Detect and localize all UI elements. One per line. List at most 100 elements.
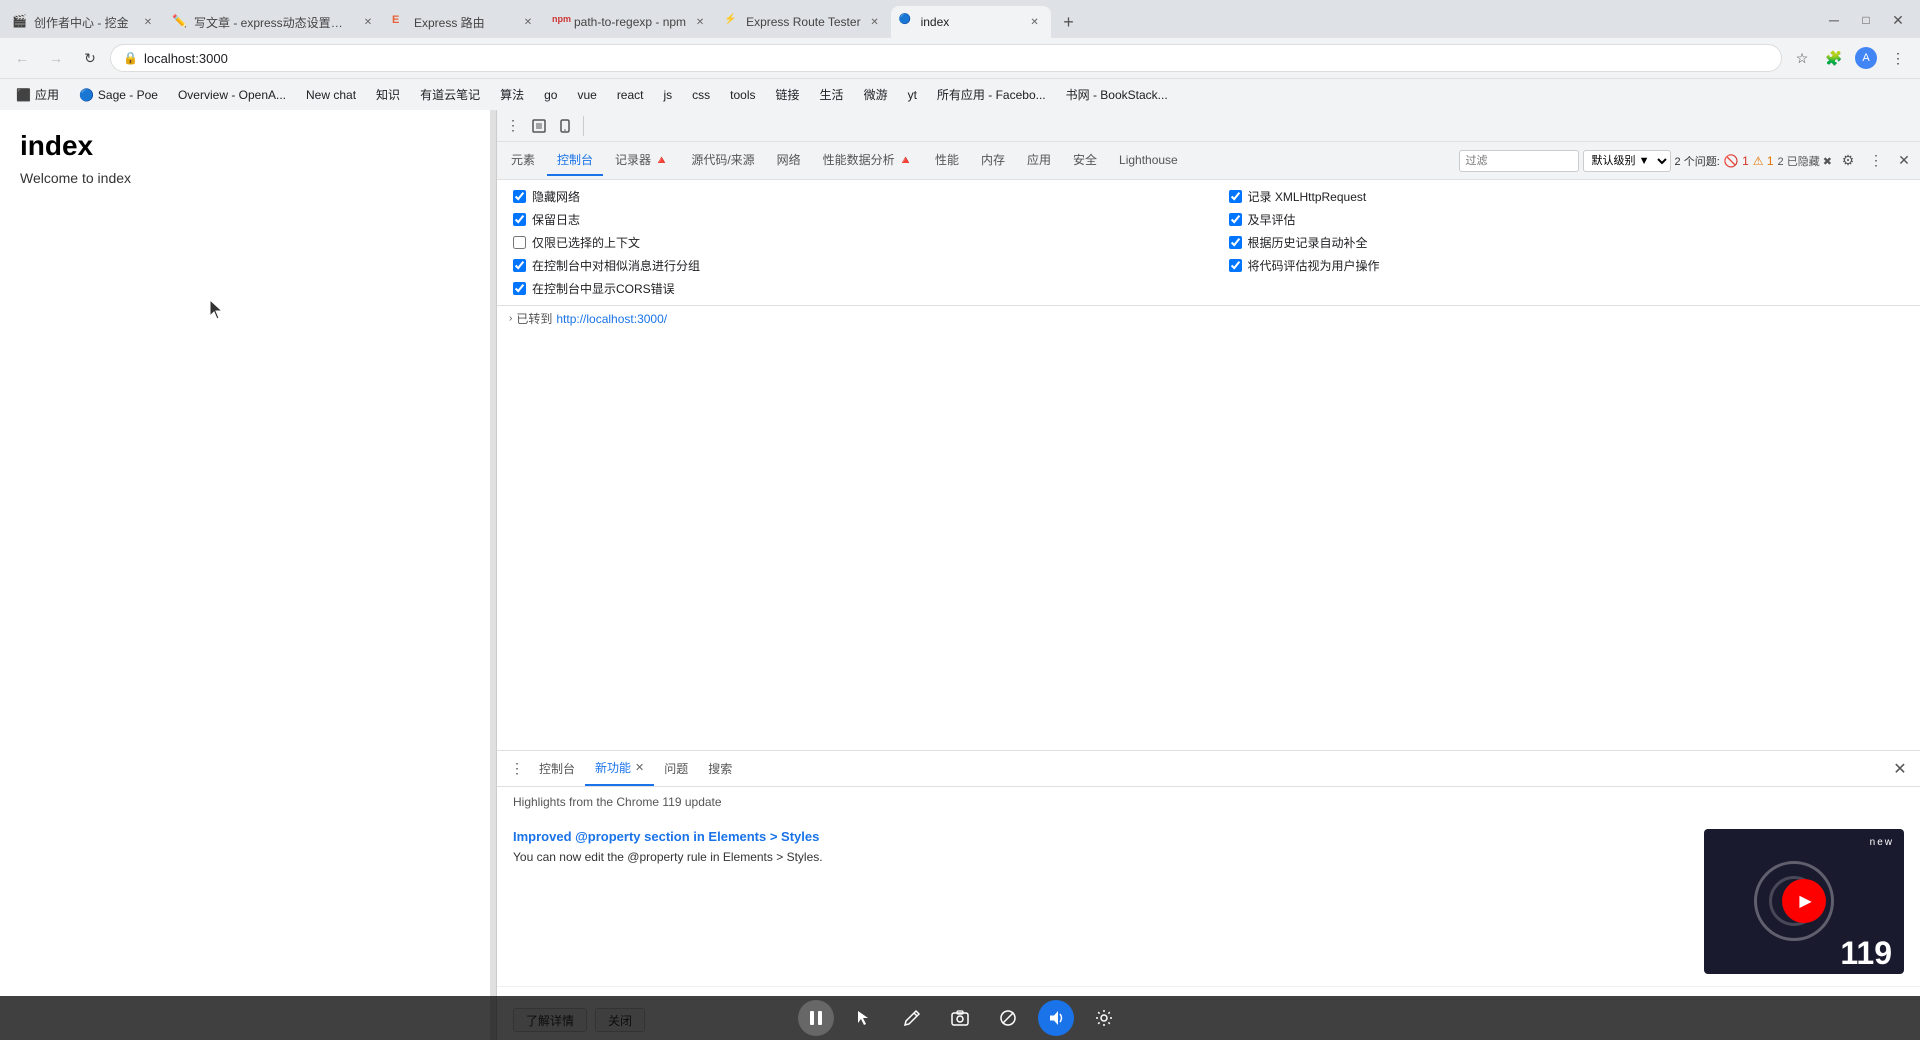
nav-bar: ← → ↻ 🔒 localhost:3000 ☆ 🧩 A ⋮ xyxy=(0,38,1920,78)
camera-toolbar-button[interactable] xyxy=(942,1000,978,1036)
back-button[interactable]: ← xyxy=(8,44,36,72)
settings-toolbar-button[interactable] xyxy=(1086,1000,1122,1036)
treat-eval-checkbox[interactable] xyxy=(1229,259,1242,272)
bookmark-vue[interactable]: vue xyxy=(569,83,604,107)
console-redirect-message: › 已转到 http://localhost:3000/ xyxy=(497,306,1920,331)
devtools-top-bar: ⋮ xyxy=(497,110,1920,142)
tab-close-5[interactable]: ✕ xyxy=(867,14,883,30)
tab-close-4[interactable]: ✕ xyxy=(692,14,708,30)
preserve-log-checkbox[interactable] xyxy=(513,213,526,226)
bookmark-js[interactable]: js xyxy=(656,83,681,107)
bottom-tab-issues[interactable]: 问题 xyxy=(654,752,698,786)
bookmark-facebook-label: 所有应用 - Facebo... xyxy=(937,86,1046,103)
tab-close-2[interactable]: ✕ xyxy=(360,14,376,30)
bookmark-poe[interactable]: 🔵 Sage - Poe xyxy=(71,83,166,107)
devtools-tab-memory[interactable]: 内存 xyxy=(971,146,1015,176)
devtools-tabs: 元素 控制台 记录器 🔺 源代码/来源 网络 性能数据分析 🔺 xyxy=(497,142,1920,180)
devtools-tab-lighthouse[interactable]: Lighthouse xyxy=(1109,146,1188,176)
bookmark-openai[interactable]: Overview - OpenA... xyxy=(170,83,294,107)
error-count: 1 xyxy=(1742,154,1749,168)
devtools-tab-security[interactable]: 安全 xyxy=(1063,146,1107,176)
autocomplete-label: 根据历史记录自动补全 xyxy=(1248,234,1368,251)
devtools-settings-button[interactable]: ⚙ xyxy=(1836,149,1860,173)
bookmark-zhishi[interactable]: 知识 xyxy=(368,83,408,107)
devtools-menu-button[interactable]: ⋮ xyxy=(501,114,525,138)
devtools-close-button[interactable]: ✕ xyxy=(1892,149,1916,173)
bookmark-star-button[interactable]: ☆ xyxy=(1788,44,1816,72)
redirect-link[interactable]: http://localhost:3000/ xyxy=(556,312,667,326)
tab-express[interactable]: E Express 路由 ✕ xyxy=(384,6,544,38)
new-tab-button[interactable]: + xyxy=(1055,8,1083,36)
bookmark-life[interactable]: 生活 xyxy=(812,83,852,107)
bottom-panel-tabs: ⋮ 控制台 新功能 ✕ 问题 搜索 ✕ xyxy=(497,751,1920,787)
devtools-tab-elements[interactable]: 元素 xyxy=(501,146,545,176)
bookmark-links[interactable]: 链接 xyxy=(768,83,808,107)
cors-errors-checkbox[interactable] xyxy=(513,282,526,295)
block-toolbar-button[interactable] xyxy=(990,1000,1026,1036)
reload-button[interactable]: ↻ xyxy=(76,44,104,72)
devtools-tab-sources[interactable]: 源代码/来源 xyxy=(681,146,764,176)
maximize-button[interactable]: □ xyxy=(1852,6,1880,34)
eager-eval-checkbox[interactable] xyxy=(1229,213,1242,226)
bottom-tab-search[interactable]: 搜索 xyxy=(698,752,742,786)
devtools-tab-console[interactable]: 控制台 xyxy=(547,146,603,176)
console-filter-input[interactable] xyxy=(1459,150,1579,172)
tab-create[interactable]: 🎬 创作者中心 - 挖金 ✕ xyxy=(4,6,164,38)
profile-button[interactable]: A xyxy=(1852,44,1880,72)
group-similar-checkbox[interactable] xyxy=(513,259,526,272)
devtools-tab-performance-insights[interactable]: 性能数据分析 🔺 xyxy=(813,146,923,176)
whats-new-item-1-title[interactable]: Improved @property section in Elements >… xyxy=(513,829,1688,844)
menu-button[interactable]: ⋮ xyxy=(1884,44,1912,72)
bookmark-chat[interactable]: New chat xyxy=(298,83,364,107)
bottom-tab-whats-new[interactable]: 新功能 ✕ xyxy=(585,752,654,786)
bookmark-facebook[interactable]: 所有应用 - Facebo... xyxy=(929,83,1054,107)
selected-context-label: 仅限已选择的上下文 xyxy=(532,234,640,251)
tab-close-6[interactable]: ✕ xyxy=(1027,14,1043,30)
cursor-toolbar-button[interactable] xyxy=(846,1000,882,1036)
tab-route-tester[interactable]: ⚡ Express Route Tester ✕ xyxy=(716,6,891,38)
devtools-tab-application[interactable]: 应用 xyxy=(1017,146,1061,176)
bookmark-apps[interactable]: ⬛ 应用 xyxy=(8,83,67,107)
tab-close-3[interactable]: ✕ xyxy=(520,14,536,30)
devtools-tab-performance[interactable]: 性能 xyxy=(925,146,969,176)
bottom-panel-menu-button[interactable]: ⋮ xyxy=(505,757,529,781)
bookmark-algo[interactable]: 算法 xyxy=(492,83,532,107)
bottom-whats-new-close[interactable]: ✕ xyxy=(635,761,644,774)
bottom-panel-close-button[interactable]: ✕ xyxy=(1888,757,1912,781)
extensions-button[interactable]: 🧩 xyxy=(1820,44,1848,72)
minimize-button[interactable]: ─ xyxy=(1820,6,1848,34)
selected-context-checkbox[interactable] xyxy=(513,236,526,249)
pen-toolbar-button[interactable] xyxy=(894,1000,930,1036)
bottom-tab-console[interactable]: 控制台 xyxy=(529,752,585,786)
tab-index[interactable]: 🔵 index ✕ xyxy=(891,6,1051,38)
devtools-more-button[interactable]: ⋮ xyxy=(1864,149,1888,173)
autocomplete-checkbox[interactable] xyxy=(1229,236,1242,249)
bookmark-react[interactable]: react xyxy=(609,83,652,107)
log-level-selector[interactable]: 默认级别 ▼ xyxy=(1583,150,1671,172)
hide-network-checkbox[interactable] xyxy=(513,190,526,203)
bookmark-tools[interactable]: tools xyxy=(722,83,763,107)
bookmark-yt[interactable]: yt xyxy=(900,83,925,107)
application-tab-label: 应用 xyxy=(1027,151,1051,168)
expand-arrow[interactable]: › xyxy=(509,313,512,324)
address-bar[interactable]: 🔒 localhost:3000 xyxy=(110,44,1782,72)
devtools-tab-recorder[interactable]: 记录器 🔺 xyxy=(605,146,679,176)
devtools-device-button[interactable] xyxy=(553,114,577,138)
close-window-button[interactable]: ✕ xyxy=(1884,6,1912,34)
devtools-inspect-button[interactable] xyxy=(527,114,551,138)
bookmark-game[interactable]: 微游 xyxy=(856,83,896,107)
bookmark-bookstack[interactable]: 书网 - BookStack... xyxy=(1058,83,1176,107)
bookmark-youdao[interactable]: 有道云笔记 xyxy=(412,83,488,107)
tab-npm[interactable]: npm path-to-regexp - npm ✕ xyxy=(544,6,716,38)
pause-toolbar-button[interactable] xyxy=(798,1000,834,1036)
forward-button[interactable]: → xyxy=(42,44,70,72)
bookmark-css[interactable]: css xyxy=(684,83,718,107)
thumb-version: 119 xyxy=(1840,937,1892,969)
tab-close-1[interactable]: ✕ xyxy=(140,14,156,30)
thumb-play-button[interactable] xyxy=(1782,879,1826,923)
log-xhr-checkbox[interactable] xyxy=(1229,190,1242,203)
tab-article[interactable]: ✏️ 写文章 - express动态设置路由... ✕ xyxy=(164,6,384,38)
audio-toolbar-button[interactable] xyxy=(1038,1000,1074,1036)
devtools-tab-network[interactable]: 网络 xyxy=(767,146,811,176)
bookmark-go[interactable]: go xyxy=(536,83,565,107)
